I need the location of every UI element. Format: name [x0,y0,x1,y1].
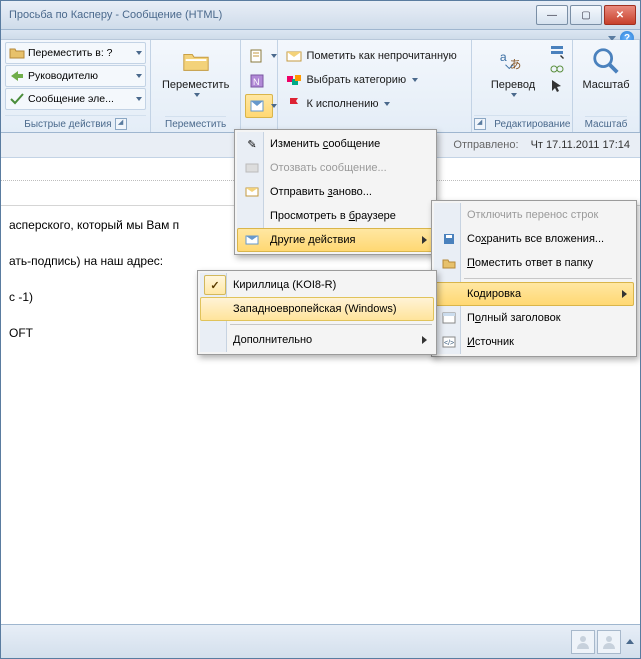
expand-people-pane-icon[interactable] [626,639,634,644]
onenote-button[interactable]: N [245,69,273,93]
header-icon [440,311,458,325]
group-move: Переместить Переместить [151,40,242,132]
quick-action-move-to[interactable]: Переместить в: ? [5,42,146,64]
categories-icon [286,72,302,88]
translate-label: Перевод [491,79,535,91]
dialog-launcher-icon[interactable]: ◢ [474,118,486,130]
ribbon: Переместить в: ? Руководителю Сообщение … [1,40,640,133]
people-pane-avatar[interactable] [571,630,595,654]
envelope-closed-icon [286,48,302,64]
svg-text:あ: あ [509,58,521,72]
maximize-button[interactable]: ▢ [570,5,602,25]
qa-label: Переместить в: ? [28,47,113,59]
menu-view-in-browser[interactable]: Просмотреть в браузере [237,204,434,228]
magnifier-icon [590,45,622,77]
rules-button[interactable] [245,44,273,68]
people-pane-avatar[interactable] [597,630,621,654]
menu-view-source[interactable]: </>Источник [434,330,634,354]
menu-save-attachments[interactable]: Сохранить все вложения... [434,227,634,251]
sent-value: Чт 17.11.2011 17:14 [531,139,630,151]
group-tags: Пометить как непрочитанную Выбрать катег… [278,40,472,132]
find-icon[interactable] [549,44,565,60]
folder-icon [180,45,212,77]
onenote-icon: N [249,73,265,89]
group-label-move: Переместить [165,119,226,130]
menu-encoding[interactable]: Кодировка [434,282,634,306]
menu-recall-message: Отозвать сообщение... [237,156,434,180]
flag-icon [286,96,302,112]
check-icon [9,91,25,107]
actions-menu: ✎Изменить сообщение Отозвать сообщение..… [234,129,437,255]
edit-icon: ✎ [243,138,261,151]
dialog-launcher-icon[interactable]: ◢ [115,118,127,130]
group-quick-actions: Переместить в: ? Руководителю Сообщение … [1,40,151,132]
recall-icon [243,161,261,175]
save-icon [440,232,458,246]
actions-submenu-icon [243,233,261,247]
select-icon[interactable] [549,78,565,94]
group-editing: aあ Перевод ◢ Редактирование [472,40,573,132]
move-button[interactable]: Переместить [155,42,236,100]
folder-move-icon [9,45,25,61]
followup-button[interactable]: К исполнению [282,92,467,116]
menu-toggle-wrap: Отключить перенос строк [434,203,634,227]
quick-action-team-email[interactable]: Сообщение эле... [5,88,146,110]
group-label-editing: Редактирование [494,119,570,130]
categorize-button[interactable]: Выбрать категорию [282,68,467,92]
encoding-menu: ✓Кириллица (KOI8-R) Западноевропейская (… [197,270,437,355]
close-button[interactable]: ✕ [604,5,636,25]
quick-access-row: ? [1,30,640,40]
source-icon: </> [440,335,458,349]
group-label-zoom: Масштаб [585,119,628,130]
status-bar [1,624,640,658]
resend-icon [243,185,261,199]
group-label-quick: Быстрые действия [24,119,111,130]
mark-unread-button[interactable]: Пометить как непрочитанную [282,44,467,68]
menu-other-actions[interactable]: Другие действия [237,228,434,252]
followup-label: К исполнению [306,98,378,110]
translate-icon: aあ [497,45,529,77]
qa-label: Сообщение эле... [28,93,114,105]
zoom-label: Масштаб [582,79,629,91]
actions-icon [249,98,265,114]
menu-resend[interactable]: Отправить заново... [237,180,434,204]
quick-action-to-manager[interactable]: Руководителю [5,65,146,87]
svg-text:</>: </> [444,340,454,347]
menu-encoding-koi8r[interactable]: ✓Кириллица (KOI8-R) [200,273,434,297]
other-actions-menu: Отключить перенос строк Сохранить все вл… [431,200,637,357]
group-small-actions: N [241,40,278,132]
svg-text:a: a [500,50,507,64]
qa-label: Руководителю [28,70,98,82]
zoom-button[interactable]: Масштаб [572,42,640,94]
group-zoom: Масштаб Масштаб [573,40,640,132]
translate-button[interactable]: aあ Перевод [479,42,547,100]
svg-text:N: N [253,77,260,87]
menu-edit-message[interactable]: ✎Изменить сообщение [237,132,434,156]
categorize-label: Выбрать категорию [306,74,406,86]
title-bar: Просьба по Касперу - Сообщение (HTML) — … [1,1,640,30]
menu-encoding-western-windows[interactable]: Западноевропейская (Windows) [200,297,434,321]
checked-icon: ✓ [204,275,226,295]
minimize-button[interactable]: — [536,5,568,25]
rules-icon [249,48,265,64]
move-label: Переместить [162,79,229,91]
mark-unread-label: Пометить как непрочитанную [306,50,456,62]
sent-label: Отправлено: [453,139,518,151]
actions-button[interactable] [245,94,273,118]
menu-message-header[interactable]: Полный заголовок [434,306,634,330]
reply-folder-icon [440,256,458,270]
menu-move-reply-to-folder[interactable]: Поместить ответ в папку [434,251,634,275]
window-title: Просьба по Касперу - Сообщение (HTML) [5,9,536,21]
forward-icon [9,68,25,84]
menu-encoding-more[interactable]: Дополнительно [200,328,434,352]
related-icon[interactable] [549,61,565,77]
